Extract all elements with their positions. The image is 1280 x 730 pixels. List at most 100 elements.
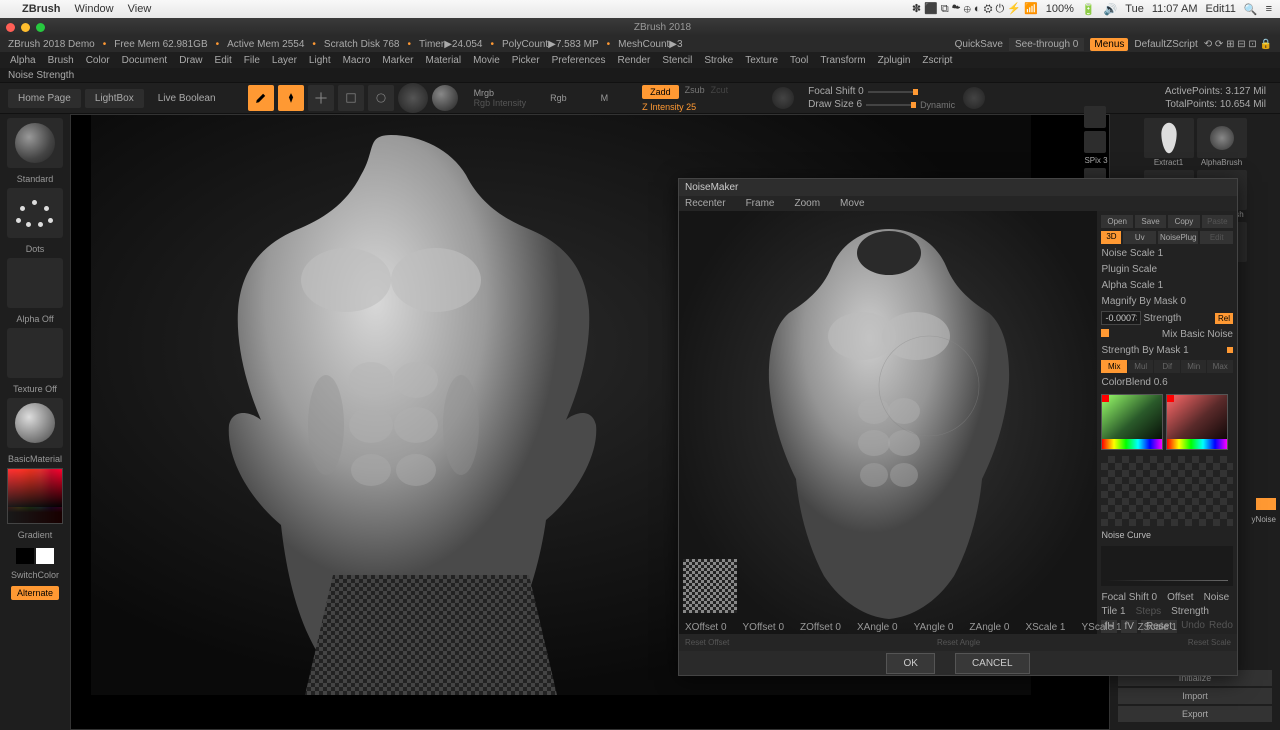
lightbox-button[interactable]: LightBox [85,89,144,108]
nm-strength2[interactable]: Strength [1171,606,1209,617]
nm-offset[interactable]: Offset [1167,592,1194,603]
magnify-mask-slider[interactable]: Magnify By Mask 0 [1101,295,1233,308]
seethrough-slider[interactable]: See-through 0 [1009,38,1084,51]
search-icon[interactable]: 🔍 [1244,3,1258,16]
move-icon[interactable] [308,85,334,111]
nm-move[interactable]: Move [840,198,864,209]
default-script[interactable]: DefaultZScript [1134,39,1197,50]
alpha-scale-slider[interactable]: Alpha Scale 1 [1101,279,1233,292]
menu-edit[interactable]: Edit [215,55,232,66]
alpha-preview[interactable] [1101,456,1233,526]
side-tool-1[interactable] [1084,106,1106,128]
reset-offset[interactable]: Reset Offset [685,638,729,647]
color-swatch-2[interactable] [1166,394,1228,450]
menu-draw[interactable]: Draw [179,55,202,66]
color-picker[interactable] [7,468,63,524]
menu-preferences[interactable]: Preferences [552,55,606,66]
swatch-white[interactable] [36,548,54,564]
home-button[interactable]: Home Page [8,89,81,108]
toolbar-icons[interactable]: ⟲ ⟳ ⊞ ⊟ ⊡ 🔒 [1204,39,1272,50]
zscale-slider[interactable]: ZScale 1 [1138,622,1177,633]
menu-document[interactable]: Document [122,55,168,66]
menu-material[interactable]: Material [426,55,462,66]
mix-basic-toggle[interactable]: Mix Basic Noise [1101,328,1233,341]
menubar-icons[interactable]: ✽ ⬛ ⧉ ☁ ⊕ ◐ ⚙ ⏻ ⚡ 📶 [912,2,1038,16]
xscale-slider[interactable]: XScale 1 [1025,622,1065,633]
blend-mul[interactable]: Mul [1128,360,1154,373]
sphere-icon[interactable] [432,85,458,111]
close-icon[interactable] [6,23,15,32]
zangle-slider[interactable]: ZAngle 0 [969,622,1009,633]
applynoise-button[interactable] [1256,498,1276,510]
nm-zoom[interactable]: Zoom [794,198,820,209]
scale-icon[interactable] [338,85,364,111]
rel-button[interactable]: Rel [1215,313,1233,324]
menu-layer[interactable]: Layer [272,55,297,66]
blend-min[interactable]: Min [1181,360,1207,373]
zadd-button[interactable]: Zadd [642,85,679,99]
battery[interactable]: 100% [1046,3,1074,15]
yoffset-slider[interactable]: YOffset 0 [743,622,785,633]
menu-alpha[interactable]: Alpha [10,55,36,66]
tool-alphabrush[interactable] [1197,118,1247,158]
gradient-label[interactable]: Gradient [18,530,53,540]
nm-tile[interactable]: Tile 1 [1101,606,1125,617]
nm-copy[interactable]: Copy [1168,215,1199,228]
pattern-thumbnail[interactable] [683,559,737,613]
menu-file[interactable]: File [244,55,260,66]
zcut-button[interactable]: Zcut [711,85,729,99]
switchcolor-button[interactable]: SwitchColor [11,570,59,580]
alpha-thumb[interactable] [7,258,63,308]
spix-label[interactable]: SPix 3 [1084,156,1108,165]
colorblend-slider[interactable]: ColorBlend 0.6 [1101,376,1233,389]
menu-movie[interactable]: Movie [473,55,500,66]
rotate-icon[interactable] [368,85,394,111]
blend-dif[interactable]: Dif [1154,360,1180,373]
minimize-icon[interactable] [21,23,30,32]
nm-save[interactable]: Save [1135,215,1166,228]
focal-dial-icon[interactable] [772,87,794,109]
quicksave-button[interactable]: QuickSave [955,39,1003,50]
z-intensity-slider[interactable]: Z Intensity 25 [642,102,728,112]
zoom-icon[interactable] [36,23,45,32]
xoffset-slider[interactable]: XOffset 0 [685,622,727,633]
menus-toggle[interactable]: Menus [1090,38,1128,51]
menu-macro[interactable]: Macro [343,55,371,66]
nm-edit[interactable]: Edit [1200,231,1233,244]
mrgb-button[interactable]: Mrgb [474,88,527,98]
nm-frame[interactable]: Frame [746,198,775,209]
nm-noise[interactable]: Noise [1204,592,1230,603]
menu-zscript[interactable]: Zscript [922,55,952,66]
size-dial-icon[interactable] [963,87,985,109]
menu-stencil[interactable]: Stencil [662,55,692,66]
blend-max[interactable]: Max [1207,360,1233,373]
side-tool-2[interactable] [1084,131,1106,153]
menu-icon[interactable]: ≡ [1266,3,1272,15]
swatch-black[interactable] [16,548,34,564]
menu-tool[interactable]: Tool [790,55,808,66]
menu-render[interactable]: Render [618,55,651,66]
menu-brush[interactable]: Brush [48,55,74,66]
m-button[interactable]: M [601,93,609,103]
zsub-button[interactable]: Zsub [685,85,705,99]
nm-uv[interactable]: Uv [1123,231,1156,244]
stroke-thumb[interactable] [7,188,63,238]
reset-scale[interactable]: Reset Scale [1188,638,1231,647]
color-swatch-1[interactable] [1101,394,1163,450]
nm-paste[interactable]: Paste [1202,215,1233,228]
draw-size-slider[interactable]: Draw Size 6 [808,99,862,110]
user[interactable]: Edit11 [1206,3,1236,15]
yangle-slider[interactable]: YAngle 0 [914,622,954,633]
menu-light[interactable]: Light [309,55,331,66]
blend-mix[interactable]: Mix [1101,360,1127,373]
draw-mode-icon[interactable] [278,85,304,111]
ok-button[interactable]: OK [886,653,934,674]
noise-scale-slider[interactable]: Noise Scale 1 [1101,247,1233,260]
menu-marker[interactable]: Marker [382,55,413,66]
alternate-button[interactable]: Alternate [11,586,59,600]
xangle-slider[interactable]: XAngle 0 [857,622,898,633]
menu-stroke[interactable]: Stroke [704,55,733,66]
strength-input[interactable] [1101,311,1141,325]
zoffset-slider[interactable]: ZOffset 0 [800,622,841,633]
gizmo-icon[interactable] [398,83,428,113]
